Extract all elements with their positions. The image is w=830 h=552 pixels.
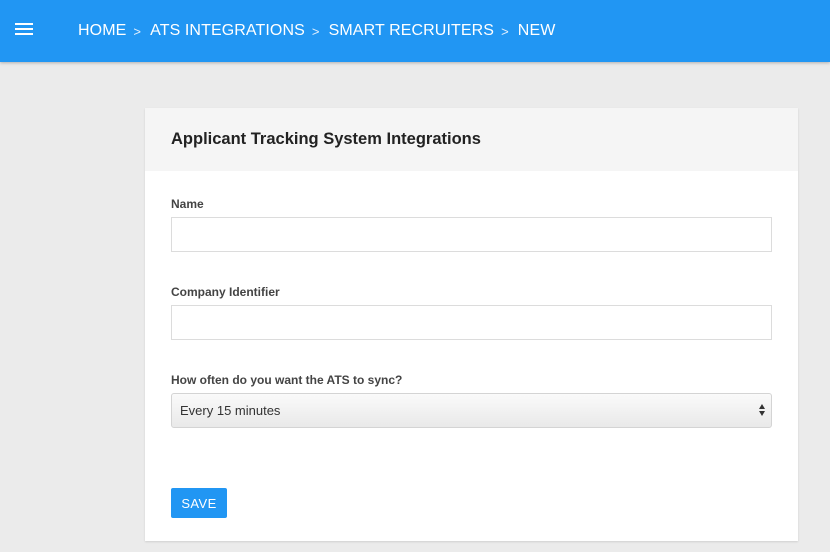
name-input[interactable] xyxy=(171,217,772,252)
save-button[interactable]: SAVE xyxy=(171,488,227,518)
company-identifier-input[interactable] xyxy=(171,305,772,340)
sync-frequency-label: How often do you want the ATS to sync? xyxy=(171,373,403,387)
breadcrumb-new[interactable]: NEW xyxy=(518,22,556,40)
breadcrumb-separator: > xyxy=(133,23,142,39)
breadcrumb: HOME > ATS INTEGRATIONS > SMART RECRUITE… xyxy=(78,22,555,40)
company-identifier-label: Company Identifier xyxy=(171,285,280,299)
page-title: Applicant Tracking System Integrations xyxy=(171,130,481,148)
name-label: Name xyxy=(171,197,204,211)
hamburger-menu-icon[interactable] xyxy=(15,23,33,36)
breadcrumb-home[interactable]: HOME xyxy=(78,22,126,40)
sync-frequency-select[interactable]: Every 15 minutes xyxy=(171,393,772,428)
integration-form-card: Applicant Tracking System Integrations N… xyxy=(145,108,798,541)
card-header: Applicant Tracking System Integrations xyxy=(145,108,798,171)
breadcrumb-ats-integrations[interactable]: ATS INTEGRATIONS xyxy=(150,22,305,40)
breadcrumb-smart-recruiters[interactable]: SMART RECRUITERS xyxy=(329,22,494,40)
sync-frequency-selected-value: Every 15 minutes xyxy=(180,403,281,418)
select-arrows-icon xyxy=(759,404,766,418)
breadcrumb-separator: > xyxy=(501,23,509,39)
breadcrumb-separator: > xyxy=(311,23,320,39)
top-app-bar: HOME > ATS INTEGRATIONS > SMART RECRUITE… xyxy=(0,0,830,62)
